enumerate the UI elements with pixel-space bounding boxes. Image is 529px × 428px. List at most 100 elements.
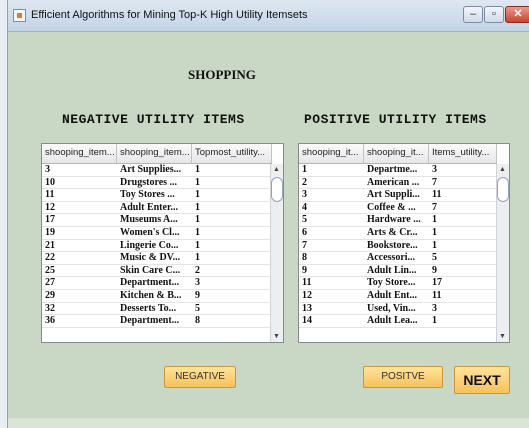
table-body: 3 Art Supplies... 1 10 Drugstores ... 1 11 Toy …: [42, 164, 272, 328]
table-cell: Drugstores ...: [120, 176, 178, 188]
table-cell: 27: [45, 277, 55, 289]
table-row[interactable]: 21 Lingerie Co... 1: [42, 240, 272, 253]
column-header[interactable]: Items_utility...: [429, 144, 497, 163]
table-row[interactable]: 4 Coffee & ... 7: [299, 202, 497, 215]
table-cell: 7: [432, 201, 437, 213]
next-button[interactable]: NEXT: [454, 366, 510, 394]
table-body: 1 Departme... 3 2 American ... 7 3 Art Suppli..…: [299, 164, 497, 328]
table-row[interactable]: 14 Adult Lea... 1: [299, 315, 497, 328]
table-cell: 1: [195, 252, 200, 264]
table-cell: 32: [45, 302, 55, 314]
table-cell: 1: [195, 239, 200, 251]
table-row[interactable]: 36 Department... 8: [42, 315, 272, 328]
table-cell: 11: [45, 189, 55, 201]
table-cell: Adult Enter...: [120, 201, 178, 213]
column-header[interactable]: shooping_it...: [299, 144, 364, 163]
table-cell: Adult Ent...: [367, 289, 418, 301]
scroll-thumb[interactable]: [271, 177, 283, 202]
table-cell: 5: [432, 252, 437, 264]
table-cell: 1: [432, 226, 437, 238]
minimize-button[interactable]: ‒: [463, 6, 483, 23]
table-cell: 2: [195, 264, 200, 276]
table-cell: 8: [302, 252, 307, 264]
table-cell: 7: [432, 176, 437, 188]
table-row[interactable]: 2 American ... 7: [299, 177, 497, 190]
table-cell: 1: [195, 189, 200, 201]
maximize-button[interactable]: ▫: [484, 6, 504, 23]
table-row[interactable]: 32 Desserts To... 5: [42, 303, 272, 316]
vertical-scrollbar[interactable]: ▲ ▼: [496, 164, 509, 342]
table-row[interactable]: 29 Kitchen & B... 9: [42, 290, 272, 303]
table-row[interactable]: 27 Department... 3: [42, 277, 272, 290]
table-cell: 17: [432, 277, 442, 289]
table-cell: Toy Store...: [367, 277, 416, 289]
table-cell: 36: [45, 315, 55, 327]
title-bar[interactable]: Efficient Algorithms for Mining Top-K Hi…: [8, 0, 529, 32]
table-row[interactable]: 1 Departme... 3: [299, 164, 497, 177]
table-row[interactable]: 10 Drugstores ... 1: [42, 177, 272, 190]
negative-button[interactable]: NEGATIVE: [164, 366, 236, 388]
table-cell: 9: [302, 264, 307, 276]
scroll-down-arrow-icon[interactable]: ▼: [271, 331, 282, 342]
close-button[interactable]: ✕: [505, 6, 529, 23]
vertical-scrollbar[interactable]: ▲ ▼: [270, 164, 283, 342]
page-title: SHOPPING: [188, 67, 256, 82]
table-row[interactable]: 25 Skin Care C... 2: [42, 265, 272, 278]
table-cell: 8: [195, 315, 200, 327]
table-row[interactable]: 22 Music & DV... 1: [42, 252, 272, 265]
positive-section-title: POSITIVE UTILITY ITEMS: [304, 112, 487, 127]
table-row[interactable]: 5 Hardware ... 1: [299, 214, 497, 227]
table-row[interactable]: 17 Museums A... 1: [42, 214, 272, 227]
scroll-thumb[interactable]: [497, 177, 509, 202]
table-cell: 3: [302, 189, 307, 201]
table-cell: Museums A...: [120, 214, 178, 226]
table-cell: 10: [45, 176, 55, 188]
table-row[interactable]: 7 Bookstore... 1: [299, 240, 497, 253]
column-header[interactable]: shooping_it...: [364, 144, 429, 163]
table-row[interactable]: 8 Accessori... 5: [299, 252, 497, 265]
table-cell: 13: [302, 302, 312, 314]
table-cell: 1: [302, 164, 307, 175]
table-cell: Department...: [120, 277, 180, 289]
table-cell: 17: [45, 214, 55, 226]
table-cell: Music & DV...: [120, 252, 181, 264]
table-row[interactable]: 12 Adult Ent... 11: [299, 290, 497, 303]
table-row[interactable]: 11 Toy Stores ... 1: [42, 189, 272, 202]
table-row[interactable]: 3 Art Supplies... 1: [42, 164, 272, 177]
table-cell: 14: [302, 315, 312, 327]
table-row[interactable]: 11 Toy Store... 17: [299, 277, 497, 290]
table-cell: Used, Vin...: [367, 302, 416, 314]
table-row[interactable]: 13 Used, Vin... 3: [299, 303, 497, 316]
table-cell: 11: [302, 277, 312, 289]
positive-button[interactable]: POSITVE: [363, 366, 443, 388]
table-cell: 1: [432, 315, 437, 327]
scroll-up-arrow-icon[interactable]: ▲: [497, 164, 508, 175]
negative-items-table[interactable]: shooping_item... shooping_item... Topmos…: [41, 143, 284, 343]
table-cell: 7: [302, 239, 307, 251]
table-cell: 2: [302, 176, 307, 188]
table-cell: 19: [45, 226, 55, 238]
table-row[interactable]: 12 Adult Enter... 1: [42, 202, 272, 215]
column-header[interactable]: shooping_item...: [42, 144, 117, 163]
positive-items-table[interactable]: shooping_it... shooping_it... Items_util…: [298, 143, 510, 343]
table-cell: Accessori...: [367, 252, 416, 264]
table-cell: 29: [45, 289, 55, 301]
table-cell: 5: [195, 302, 200, 314]
table-row[interactable]: 9 Adult Lin... 9: [299, 265, 497, 278]
table-cell: Women's Cl...: [120, 226, 180, 238]
column-header[interactable]: Topmost_utility...: [192, 144, 272, 163]
table-row[interactable]: 3 Art Suppli... 11: [299, 189, 497, 202]
column-header[interactable]: shooping_item...: [117, 144, 192, 163]
scroll-down-arrow-icon[interactable]: ▼: [497, 331, 508, 342]
maximize-icon: ▫: [492, 8, 496, 20]
table-cell: Adult Lea...: [367, 315, 418, 327]
table-cell: 1: [195, 164, 200, 175]
table-cell: Hardware ...: [367, 214, 421, 226]
table-cell: 3: [195, 277, 200, 289]
scroll-up-arrow-icon[interactable]: ▲: [271, 164, 282, 175]
table-row[interactable]: 6 Arts & Cr... 1: [299, 227, 497, 240]
table-cell: 1: [195, 226, 200, 238]
table-cell: 5: [302, 214, 307, 226]
table-cell: Desserts To...: [120, 302, 177, 314]
table-row[interactable]: 19 Women's Cl... 1: [42, 227, 272, 240]
